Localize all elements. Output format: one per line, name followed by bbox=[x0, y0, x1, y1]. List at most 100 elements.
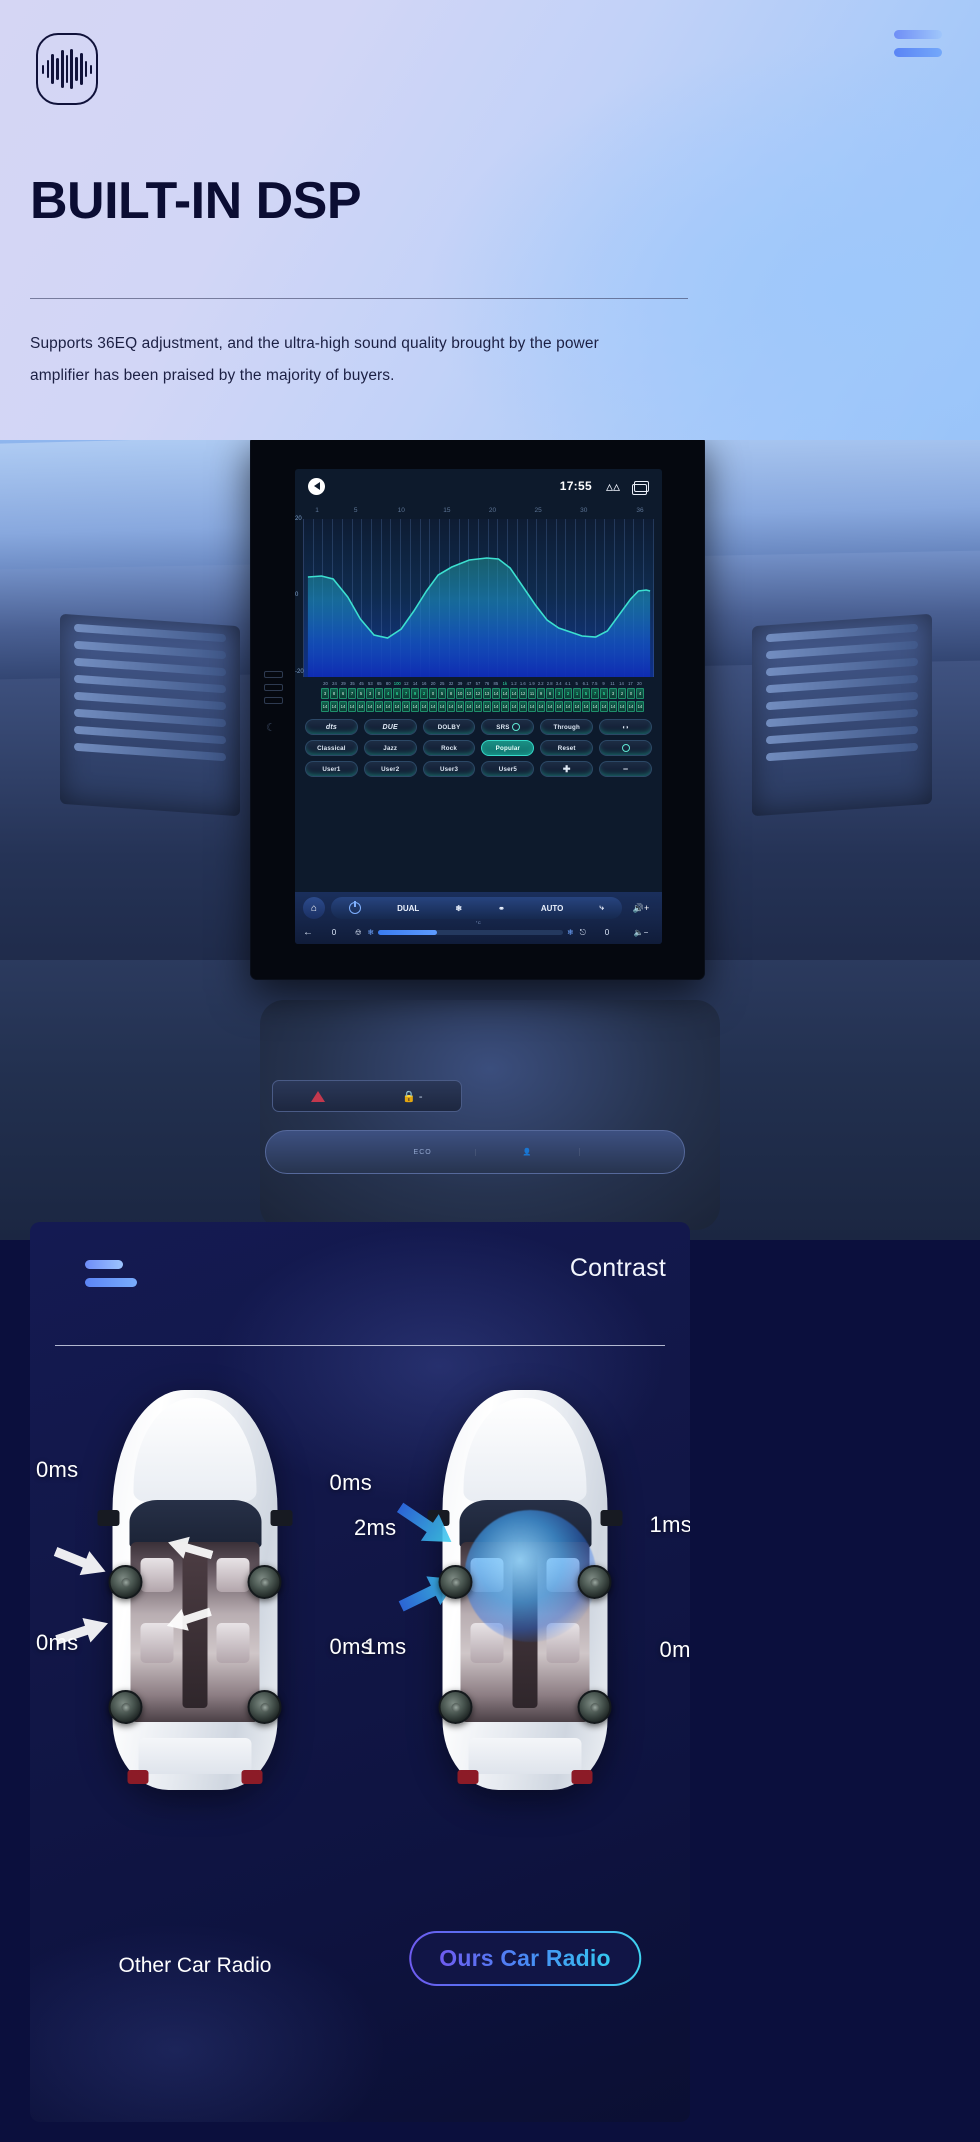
gain-cell[interactable]: 6 bbox=[339, 688, 347, 700]
hazard-lock-buttons[interactable]: 🔒 - bbox=[272, 1080, 462, 1112]
gain-cell[interactable]: 14 bbox=[501, 688, 509, 700]
gain-cell[interactable]: 5 bbox=[600, 688, 608, 700]
preset-classical-button[interactable]: Classical bbox=[305, 740, 358, 757]
eco-profile-bar[interactable]: ECO 👤 bbox=[265, 1130, 685, 1174]
climate-control-bar[interactable]: ⌂ DUAL ❄ ⚭ AUTO ⤷ 🔊+ °C ← 0 ⎊ ❄ ❄ ⎋ 0 🔈− bbox=[295, 892, 662, 944]
gain-cell[interactable]: 0 bbox=[429, 688, 437, 700]
q-cell[interactable]: 14 bbox=[366, 701, 374, 713]
preset-reset-button[interactable]: Reset bbox=[540, 740, 594, 757]
dual-label[interactable]: DUAL bbox=[397, 904, 419, 913]
hamburger-menu-icon[interactable] bbox=[894, 30, 942, 57]
q-cell[interactable]: 14 bbox=[321, 701, 329, 713]
gain-cell[interactable]: 0 bbox=[627, 688, 635, 700]
q-cell[interactable]: 14 bbox=[375, 701, 383, 713]
moon-icon[interactable]: ☾ bbox=[266, 721, 276, 734]
side-button-2[interactable] bbox=[264, 684, 283, 691]
gain-cell[interactable]: 14 bbox=[492, 688, 500, 700]
side-button-1[interactable] bbox=[264, 671, 283, 678]
gain-cell[interactable]: 2 bbox=[618, 688, 626, 700]
eq-q-cells[interactable]: 14 14 14 14 14 14 14 14 14 14 14 14 14 1… bbox=[321, 701, 644, 713]
gain-cell[interactable]: 7 bbox=[591, 688, 599, 700]
head-unit-screen[interactable]: 17:55 ▵▵ 1 5 10 15 20 25 30 36 20 0 -20 … bbox=[295, 469, 662, 944]
gain-cell[interactable]: 2 bbox=[564, 688, 572, 700]
q-cell[interactable]: 14 bbox=[528, 701, 536, 713]
chevron-up-icon[interactable]: ▵▵ bbox=[606, 479, 620, 493]
gain-cell[interactable]: 12 bbox=[474, 688, 482, 700]
gain-cell[interactable]: 8 bbox=[447, 688, 455, 700]
gain-cell[interactable]: 3 bbox=[321, 688, 329, 700]
volume-up-icon[interactable]: 🔊+ bbox=[628, 903, 654, 914]
gain-cell[interactable]: 14 bbox=[510, 688, 518, 700]
gain-cell[interactable]: 13 bbox=[483, 688, 491, 700]
gain-cell[interactable]: 3 bbox=[366, 688, 374, 700]
climate-pill[interactable]: DUAL ❄ ⚭ AUTO ⤷ bbox=[331, 897, 622, 919]
q-cell[interactable]: 14 bbox=[384, 701, 392, 713]
q-cell[interactable]: 14 bbox=[438, 701, 446, 713]
gain-cell[interactable]: 6 bbox=[393, 688, 401, 700]
q-cell[interactable]: 14 bbox=[591, 701, 599, 713]
q-cell[interactable]: 14 bbox=[411, 701, 419, 713]
home-icon[interactable]: ⌂ bbox=[303, 897, 325, 919]
q-cell[interactable]: 14 bbox=[501, 701, 509, 713]
q-cell[interactable]: 14 bbox=[420, 701, 428, 713]
q-cell[interactable]: 14 bbox=[429, 701, 437, 713]
q-cell[interactable]: 14 bbox=[465, 701, 473, 713]
q-cell[interactable]: 14 bbox=[330, 701, 338, 713]
gain-cell[interactable]: 6 bbox=[546, 688, 554, 700]
gain-cell[interactable]: 9 bbox=[411, 688, 419, 700]
q-cell[interactable]: 14 bbox=[339, 701, 347, 713]
fan-slider-track[interactable] bbox=[378, 930, 563, 935]
gain-cell[interactable]: 4 bbox=[636, 688, 644, 700]
fan-low-icon[interactable]: ❄ bbox=[367, 928, 374, 937]
recent-apps-icon[interactable] bbox=[632, 480, 649, 495]
q-cell[interactable]: 14 bbox=[492, 701, 500, 713]
q-cell[interactable]: 14 bbox=[582, 701, 590, 713]
gain-cell[interactable]: 2 bbox=[420, 688, 428, 700]
snowflake-icon[interactable]: ❄ bbox=[455, 904, 462, 913]
q-cell[interactable]: 14 bbox=[537, 701, 545, 713]
gain-cell[interactable]: 7 bbox=[402, 688, 410, 700]
preset-through-button[interactable]: Through bbox=[540, 719, 594, 736]
gain-cell[interactable]: 5 bbox=[357, 688, 365, 700]
power-icon[interactable] bbox=[349, 901, 362, 914]
q-cell[interactable]: 14 bbox=[447, 701, 455, 713]
q-cell[interactable]: 14 bbox=[456, 701, 464, 713]
gain-cell[interactable]: 5 bbox=[582, 688, 590, 700]
preset-srs-button[interactable]: SRS bbox=[481, 719, 535, 736]
q-cell[interactable]: 14 bbox=[555, 701, 563, 713]
fan-speed-slider[interactable]: ❄ ❄ bbox=[367, 928, 573, 937]
ours-car-radio-button[interactable]: Ours Car Radio bbox=[409, 1931, 641, 1986]
right-temp-value[interactable]: 0 bbox=[592, 928, 622, 937]
preset-jazz-button[interactable]: Jazz bbox=[363, 740, 417, 757]
gain-cell[interactable]: 12 bbox=[519, 688, 527, 700]
q-cell[interactable]: 14 bbox=[393, 701, 401, 713]
preset-popular-button[interactable]: Popular bbox=[481, 740, 535, 757]
q-cell[interactable]: 14 bbox=[636, 701, 644, 713]
hazard-triangle-icon[interactable] bbox=[311, 1090, 326, 1102]
q-cell[interactable]: 14 bbox=[474, 701, 482, 713]
q-cell[interactable]: 14 bbox=[483, 701, 491, 713]
eq-chart[interactable]: 1 5 10 15 20 25 30 36 20 0 -20 20 24 29 … bbox=[295, 507, 654, 713]
profile-icon[interactable]: 👤 bbox=[476, 1148, 581, 1156]
gain-cell[interactable]: 3 bbox=[555, 688, 563, 700]
q-cell[interactable]: 14 bbox=[609, 701, 617, 713]
volume-down-icon[interactable]: 🔈− bbox=[628, 928, 654, 937]
side-button-3[interactable] bbox=[264, 697, 283, 704]
preset-rock-button[interactable]: Rock bbox=[422, 740, 476, 757]
gain-cell[interactable]: 9 bbox=[537, 688, 545, 700]
lock-icon[interactable]: 🔒 - bbox=[402, 1090, 422, 1103]
info-icon[interactable] bbox=[599, 740, 652, 757]
q-cell[interactable]: 14 bbox=[348, 701, 356, 713]
ours-car-radio-button-inner[interactable]: Ours Car Radio bbox=[411, 1933, 639, 1984]
eq-preset-buttons[interactable]: dts DUE DOLBY SRS Through ◖◗ Classical J… bbox=[305, 719, 652, 782]
minus-icon[interactable]: − bbox=[599, 761, 652, 778]
preset-user2-button[interactable]: User2 bbox=[363, 761, 417, 778]
q-cell[interactable]: 14 bbox=[564, 701, 572, 713]
recirculation-icon[interactable]: ⚭ bbox=[498, 904, 505, 913]
back-arrow-icon[interactable]: ← bbox=[303, 927, 313, 938]
gain-cell[interactable]: 5 bbox=[438, 688, 446, 700]
gain-cell[interactable]: 7 bbox=[348, 688, 356, 700]
preset-dolby-button[interactable]: DOLBY bbox=[422, 719, 476, 736]
gain-cell[interactable]: 4 bbox=[384, 688, 392, 700]
head-unit-side-buttons[interactable] bbox=[264, 671, 283, 704]
